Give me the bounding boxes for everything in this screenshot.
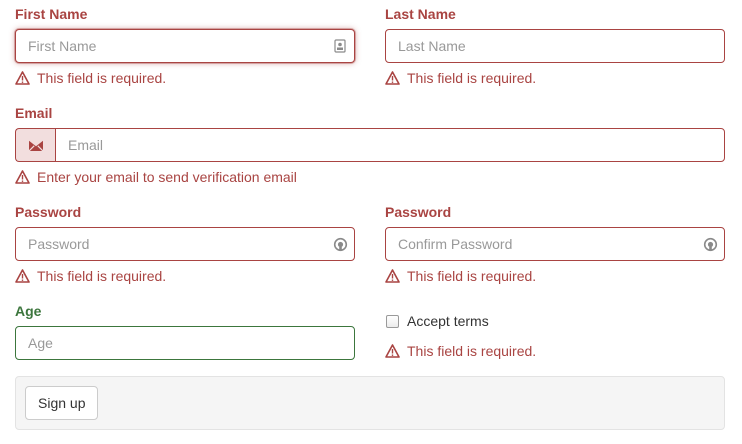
form-actions: Sign up (15, 376, 725, 430)
email-error-text: Enter your email to send verification em… (37, 169, 297, 185)
email-label: Email (15, 105, 53, 121)
warning-icon (15, 269, 30, 283)
email-error: Enter your email to send verification em… (15, 169, 297, 185)
warning-icon (15, 71, 30, 85)
accept-terms-checkbox[interactable] (386, 314, 399, 328)
age-input[interactable] (15, 326, 355, 360)
password-error: This field is required. (15, 268, 166, 284)
last-name-label: Last Name (385, 6, 456, 22)
accept-terms-label: Accept terms (407, 313, 489, 329)
warning-icon (15, 170, 30, 184)
first-name-error: This field is required. (15, 70, 166, 86)
email-input[interactable] (55, 128, 725, 162)
confirm-password-label: Password (385, 204, 452, 220)
password-input[interactable] (15, 227, 355, 261)
warning-icon (385, 269, 400, 283)
confirm-password-error-text: This field is required. (407, 268, 537, 284)
confirm-password-error: This field is required. (385, 268, 536, 284)
last-name-error-text: This field is required. (407, 70, 537, 86)
password-label: Password (15, 204, 82, 220)
password-toggle-icon[interactable] (333, 237, 348, 252)
last-name-error: This field is required. (385, 70, 536, 86)
password-toggle-icon[interactable] (703, 237, 718, 252)
password-error-text: This field is required. (37, 268, 167, 284)
terms-error: This field is required. (385, 343, 536, 359)
terms-error-text: This field is required. (407, 343, 537, 359)
contact-card-icon (334, 39, 346, 53)
email-addon (15, 128, 55, 162)
sign-up-button[interactable]: Sign up (25, 386, 99, 420)
first-name-label: First Name (15, 6, 88, 22)
envelope-icon (28, 139, 43, 151)
last-name-input[interactable] (385, 29, 725, 63)
age-label: Age (15, 303, 42, 319)
warning-icon (385, 344, 400, 358)
accept-terms-row[interactable]: Accept terms (386, 313, 489, 329)
warning-icon (385, 71, 400, 85)
confirm-password-input[interactable] (385, 227, 725, 261)
first-name-error-text: This field is required. (37, 70, 167, 86)
first-name-input[interactable] (15, 29, 355, 63)
